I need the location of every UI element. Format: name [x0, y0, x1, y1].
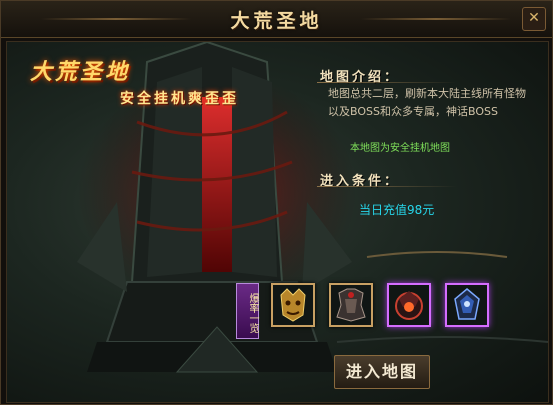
dungeon-panel: 大荒圣地 ✕ 大荒圣地 安全挂机爽歪歪 地图介绍： 地图总共二层，刷新本大陆主线…	[0, 0, 553, 405]
close-button[interactable]: ✕	[522, 7, 546, 31]
flame-helmet-icon	[395, 291, 423, 320]
entry-divider	[317, 186, 457, 187]
intro-divider	[317, 82, 457, 83]
banner-title: 大荒圣地	[30, 59, 131, 85]
title-bar: 大荒圣地 ✕	[1, 1, 552, 38]
reward-slot-2[interactable]	[329, 283, 373, 327]
enter-map-button[interactable]: 进入地图	[334, 355, 430, 389]
map-artwork: 大荒圣地 安全挂机爽歪歪 地图介绍： 地图总共二层，刷新本大陆主线所有怪物以及B…	[6, 41, 549, 403]
reward-slot-4[interactable]	[445, 283, 489, 327]
drop-rate-button[interactable]: 爆率一览	[236, 283, 259, 339]
close-icon: ✕	[528, 10, 540, 26]
reward-slot-3[interactable]	[387, 283, 431, 327]
blue-crystal-relic-icon	[454, 288, 480, 320]
gold-demon-mask-icon	[280, 288, 306, 322]
banner-subtitle: 安全挂机爽歪歪	[120, 91, 239, 107]
window-title: 大荒圣地	[230, 10, 323, 32]
reward-slot-1[interactable]	[271, 283, 315, 327]
intro-description: 地图总共二层，刷新本大陆主线所有怪物以及BOSS和众多专属，神话BOSS	[328, 87, 526, 118]
entry-requirement: 当日充值98元	[359, 203, 435, 217]
safe-map-note: 本地图为安全挂机地图	[350, 143, 450, 154]
dark-armor-icon	[336, 288, 366, 322]
